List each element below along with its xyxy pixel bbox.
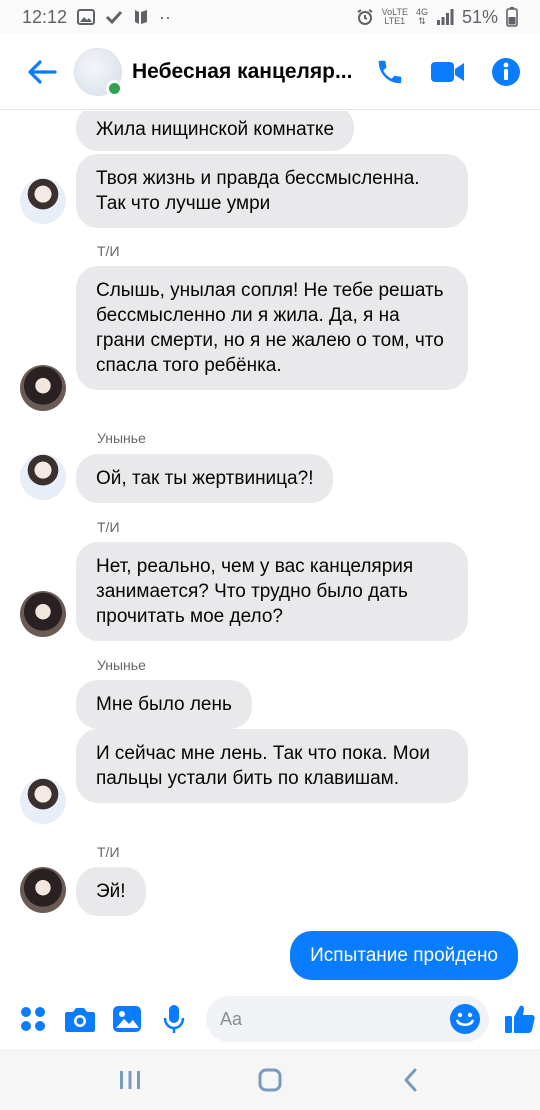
sender-name: Унынье	[97, 430, 146, 446]
message-bubble[interactable]: И сейчас мне лень. Так что пока. Мои пал…	[76, 729, 468, 803]
chat-title[interactable]: Небесная канцеляр...	[132, 60, 362, 84]
home-button[interactable]	[246, 1056, 294, 1104]
emoji-button[interactable]	[449, 1003, 481, 1035]
app-notification-icon	[133, 8, 149, 26]
gallery-notification-icon	[77, 9, 96, 25]
battery-percent: 51%	[461, 6, 498, 27]
sender-avatar[interactable]	[20, 778, 66, 824]
chevron-left-icon	[404, 1068, 417, 1091]
microphone-icon	[164, 1005, 185, 1033]
back-button[interactable]	[20, 50, 64, 94]
online-status-dot	[106, 79, 123, 97]
info-icon	[492, 57, 520, 86]
status-bar: 12:12 ·· VoLTE LTE1 4G ⇅ 51%	[0, 0, 540, 34]
system-nav-bar	[0, 1049, 540, 1110]
gallery-button[interactable]	[108, 999, 147, 1039]
more-notifications-dots: ··	[159, 6, 172, 27]
message-text: Твоя жизнь и правда бессмысленна. Так чт…	[96, 168, 420, 214]
message-text: И сейчас мне лень. Так что пока. Мои пал…	[96, 743, 430, 789]
sender-name: Т/И	[97, 243, 120, 259]
volte-indicator: VoLTE LTE1	[382, 8, 408, 26]
outgoing-message-bubble[interactable]: Испытание пройдено	[290, 931, 518, 980]
sender-name: Т/И	[97, 844, 120, 860]
camera-button[interactable]	[61, 999, 100, 1039]
message-bubble[interactable]: Эй!	[76, 867, 146, 916]
battery-icon	[506, 7, 518, 27]
sender-avatar[interactable]	[20, 178, 66, 224]
home-icon	[258, 1068, 282, 1091]
network-type: 4G ⇅	[416, 8, 428, 26]
message-bubble[interactable]: Ой, так ты жертвиница?!	[76, 454, 334, 503]
message-text: Испытание пройдено	[310, 945, 498, 966]
lte-label: LTE1	[384, 16, 406, 26]
message-input-wrapper	[205, 996, 489, 1042]
message-composer	[0, 989, 540, 1049]
data-arrows-icon: ⇅	[418, 16, 426, 26]
phone-icon	[378, 60, 402, 83]
sender-name: Т/И	[97, 519, 120, 535]
status-left: 12:12 ··	[22, 7, 171, 28]
chat-header: Небесная канцеляр...	[0, 34, 540, 110]
recent-apps-icon	[120, 1070, 140, 1089]
image-icon	[113, 1006, 142, 1032]
message-list[interactable]: Жила нищинской комнатке Твоя жизнь и пра…	[0, 111, 540, 989]
message-text: Ой, так ты жертвиница?!	[96, 468, 314, 489]
message-bubble[interactable]: Слышь, унылая сопля! Не тебе решать бесс…	[76, 266, 468, 390]
message-bubble[interactable]: Нет, реально, чем у вас канцелярия заним…	[76, 542, 468, 641]
sender-avatar[interactable]	[20, 867, 66, 913]
message-text: Слышь, унылая сопля! Не тебе решать бесс…	[96, 280, 444, 376]
sender-avatar[interactable]	[20, 454, 66, 500]
message-bubble[interactable]: Мне было лень	[76, 680, 252, 729]
message-bubble[interactable]: Твоя жизнь и правда бессмысленна. Так чт…	[76, 154, 468, 228]
thumbs-up-icon	[505, 1005, 536, 1033]
info-button[interactable]	[488, 54, 524, 90]
smiley-icon	[449, 1004, 480, 1034]
chat-avatar[interactable]	[74, 47, 123, 97]
call-button[interactable]	[372, 54, 408, 90]
like-button[interactable]	[501, 999, 540, 1039]
alarm-icon	[356, 8, 374, 26]
camera-icon	[65, 1008, 96, 1032]
message-bubble[interactable]: Жила нищинской комнатке	[76, 111, 355, 151]
recent-apps-button[interactable]	[106, 1056, 154, 1104]
signal-icon	[436, 9, 454, 25]
video-camera-icon	[431, 61, 464, 82]
message-input[interactable]	[219, 1008, 440, 1030]
message-text: Нет, реально, чем у вас канцелярия заним…	[96, 556, 414, 627]
sender-avatar[interactable]	[20, 591, 66, 637]
arrow-left-icon	[28, 59, 57, 84]
apps-button[interactable]	[14, 999, 53, 1039]
message-text: Эй!	[96, 881, 126, 902]
header-actions	[372, 54, 524, 90]
voice-button[interactable]	[155, 999, 194, 1039]
message-text: Жила нищинской комнатке	[96, 119, 335, 140]
sender-name: Унынье	[97, 657, 146, 673]
nav-back-button[interactable]	[386, 1056, 434, 1104]
status-right: VoLTE LTE1 4G ⇅ 51%	[356, 7, 518, 28]
status-time: 12:12	[22, 6, 68, 27]
four-dots-icon	[21, 1007, 46, 1031]
sender-avatar[interactable]	[20, 365, 66, 411]
message-text: Мне было лень	[96, 694, 232, 715]
video-call-button[interactable]	[430, 54, 466, 90]
check-notification-icon	[105, 9, 123, 25]
